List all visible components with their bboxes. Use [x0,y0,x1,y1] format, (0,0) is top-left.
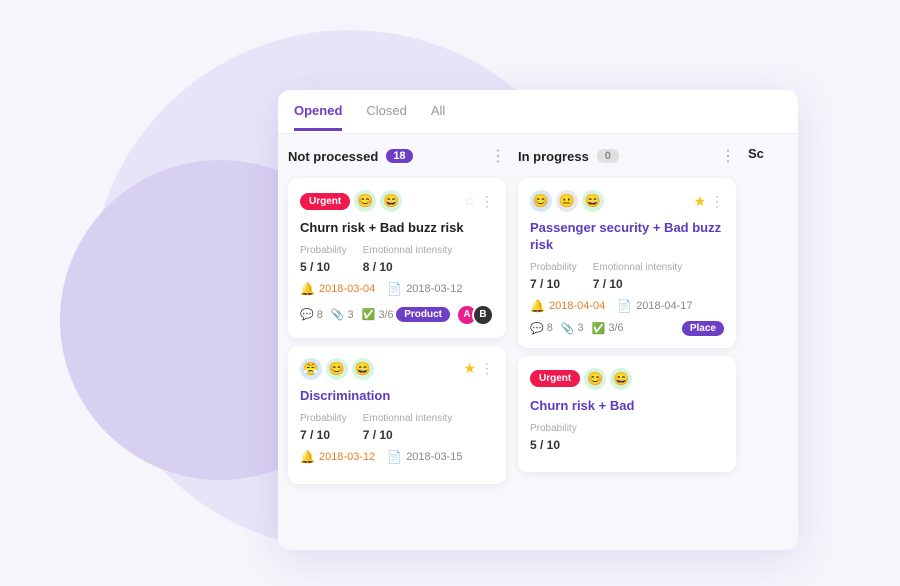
card-title-3: Passenger security + Bad buzz risk [530,220,724,254]
star-icon-1[interactable]: ☆ [463,193,476,210]
emoji-3c: 😄 [582,190,604,212]
more-icon-1[interactable]: ⋮ [480,193,494,210]
intensity-value-2: 7 / 10 [363,428,393,442]
badge-urgent-4: Urgent [530,370,580,387]
prob-label-3: Probability [530,262,577,273]
column-header-not-processed: Not processed 18 ⋮ [288,146,506,166]
emoji-3b: 😐 [556,190,578,212]
card-churn-risk-2: Urgent 😊 😄 Churn risk + Bad Probability … [518,356,736,472]
intensity-label-1: Emotionnal intensity [363,245,453,256]
clock-icon-1: 🔔 [300,282,315,296]
card-discrimination: 😤 😊 😄 ★ ⋮ Discrimination Probability 7 /… [288,346,506,484]
main-card: Opened Closed All Not processed 18 ⋮ Urg… [278,90,798,550]
card-title-2: Discrimination [300,388,494,405]
card-churn-risk: Urgent 😊 😄 ☆ ⋮ Churn risk + Bad buzz ris… [288,178,506,338]
tab-all[interactable]: All [431,93,445,131]
tabs-bar: Opened Closed All [278,90,798,134]
prob-label-4: Probability [530,423,577,434]
star-icon-3[interactable]: ★ [693,193,706,210]
tasks-stat-1: ✅ 3/6 [362,308,394,321]
date1-value-3: 2018-04-04 [549,300,605,312]
column-title-in-progress: In progress [518,149,589,164]
prob-value-3: 7 / 10 [530,277,560,291]
tasks-icon-1: ✅ [362,308,376,321]
column-header-in-progress: In progress 0 ⋮ [518,146,736,166]
attach-icon-3: 📎 [561,322,575,335]
prob-label-2: Probability [300,413,347,424]
calendar-icon-1: 📄 [387,282,402,296]
prob-value-2: 7 / 10 [300,428,330,442]
calendar-icon-2: 📄 [387,450,402,464]
column-scheduled-partial: Sc [748,146,788,538]
column-in-progress: In progress 0 ⋮ 😊 😐 😄 ★ ⋮ [518,146,736,538]
attach-stat-1: 📎 3 [331,308,354,321]
intensity-value-3: 7 / 10 [593,277,623,291]
card-title-1: Churn risk + Bad buzz risk [300,220,494,237]
kanban-area: Not processed 18 ⋮ Urgent 😊 😄 ☆ ⋮ [278,134,798,550]
tasks-icon-3: ✅ [592,322,606,335]
calendar-icon-3: 📄 [617,299,632,313]
emoji-3a: 😊 [530,190,552,212]
emoji-1b: 😄 [380,190,402,212]
emoji-2b: 😊 [326,358,348,380]
column-menu-in-progress[interactable]: ⋮ [720,146,736,166]
emoji-2c: 😄 [352,358,374,380]
clock-icon-3: 🔔 [530,299,545,313]
tab-closed[interactable]: Closed [366,93,406,131]
tab-opened[interactable]: Opened [294,93,342,131]
clock-icon-2: 🔔 [300,450,315,464]
date2-value-2: 2018-03-15 [406,451,462,463]
date2-value-3: 2018-04-17 [636,300,692,312]
avatars-1: A B [456,304,494,326]
prob-value-4: 5 / 10 [530,438,560,452]
attach-icon-1: 📎 [331,308,345,321]
attach-stat-3: 📎 3 [561,322,584,335]
comments-stat-1: 💬 8 [300,308,323,321]
badge-urgent-1: Urgent [300,193,350,210]
prob-label-1: Probability [300,245,347,256]
tag-1: Product [396,307,450,322]
date2-2: 📄 2018-03-15 [387,450,462,464]
date1-3: 🔔 2018-04-04 [530,299,605,313]
column-count-in-progress: 0 [597,149,619,163]
star-icon-2[interactable]: ★ [463,360,476,377]
emoji-4b: 😄 [610,368,632,390]
date2-value-1: 2018-03-12 [406,283,462,295]
avatar-1b: B [472,304,494,326]
comments-stat-3: 💬 8 [530,322,553,335]
emoji-1a: 😊 [354,190,376,212]
date1-value-2: 2018-03-12 [319,451,375,463]
column-menu-not-processed[interactable]: ⋮ [490,146,506,166]
tasks-stat-3: ✅ 3/6 [592,322,624,335]
column-title-scheduled: Sc [748,146,764,161]
comment-icon-1: 💬 [300,308,314,321]
tag-3: Place [682,321,724,336]
emoji-4a: 😊 [584,368,606,390]
intensity-label-2: Emotionnal intensity [363,413,453,424]
column-title-not-processed: Not processed [288,149,378,164]
intensity-label-3: Emotionnal intensity [593,262,683,273]
card-passenger: 😊 😐 😄 ★ ⋮ Passenger security + Bad buzz … [518,178,736,348]
more-icon-3[interactable]: ⋮ [710,193,724,210]
date1-1: 🔔 2018-03-04 [300,282,375,296]
card-title-4: Churn risk + Bad [530,398,724,415]
date2-3: 📄 2018-04-17 [617,299,692,313]
emoji-2a: 😤 [300,358,322,380]
date1-2: 🔔 2018-03-12 [300,450,375,464]
date1-value-1: 2018-03-04 [319,283,375,295]
more-icon-2[interactable]: ⋮ [480,360,494,377]
date2-1: 📄 2018-03-12 [387,282,462,296]
prob-value-1: 5 / 10 [300,260,330,274]
column-count-not-processed: 18 [386,149,412,163]
comment-icon-3: 💬 [530,322,544,335]
column-not-processed: Not processed 18 ⋮ Urgent 😊 😄 ☆ ⋮ [288,146,506,538]
intensity-value-1: 8 / 10 [363,260,393,274]
